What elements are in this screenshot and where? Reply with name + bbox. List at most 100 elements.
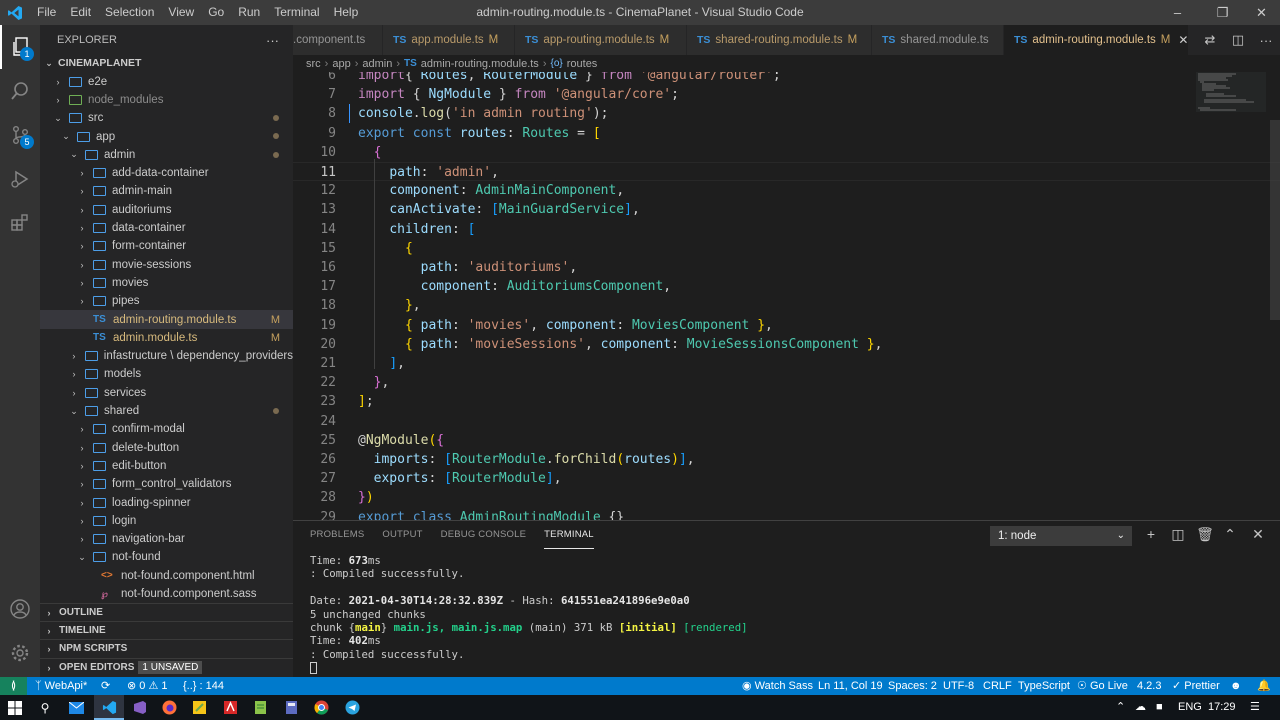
menu-selection[interactable]: Selection <box>98 0 161 25</box>
ts-version[interactable]: 4.2.3 <box>1137 677 1161 695</box>
open-editors-section[interactable]: › OPEN EDITORS 1 UNSAVED <box>40 658 293 676</box>
close-panel-icon[interactable]: ✕ <box>1247 526 1269 543</box>
vscode-taskbar-icon[interactable] <box>99 698 119 717</box>
taskbar-search-icon[interactable]: ⚲ <box>35 698 55 717</box>
kill-terminal-icon[interactable]: 🗑 <box>1194 526 1216 543</box>
menu-edit[interactable]: Edit <box>63 0 98 25</box>
watch-sass-button[interactable]: ◉ Watch Sass <box>742 677 813 695</box>
encoding[interactable]: UTF-8 <box>943 677 974 695</box>
search-icon[interactable] <box>0 69 40 113</box>
folder-item[interactable]: › add-data-container <box>40 164 293 182</box>
minimap[interactable] <box>1196 72 1266 132</box>
npm-scripts-section[interactable]: › NPM SCRIPTS <box>40 639 293 657</box>
git-branch[interactable]: ᛉ WebApi* <box>35 677 87 695</box>
run-debug-icon[interactable] <box>0 157 40 201</box>
pdf-reader-icon[interactable] <box>220 698 240 717</box>
editor-scrollbar[interactable] <box>1270 120 1280 320</box>
tab-component-ts[interactable]: .component.ts <box>293 25 383 55</box>
telegram-icon[interactable] <box>342 698 362 717</box>
folder-item[interactable]: › admin-main <box>40 182 293 200</box>
split-editor-icon[interactable]: ◫ <box>1224 32 1252 48</box>
code-editor[interactable]: 6 import{ Routes, RouterModule } from '@a… <box>293 72 1280 520</box>
accounts-icon[interactable] <box>0 587 40 631</box>
tab-shared-routing-module-ts[interactable]: TS shared-routing.module.ts M <box>687 25 872 55</box>
folder-item[interactable]: › login <box>40 512 293 530</box>
language-mode[interactable]: TypeScript <box>1018 677 1070 695</box>
folder-item[interactable]: › e2e <box>40 73 293 91</box>
maximize-panel-icon[interactable]: ⌃ <box>1219 526 1241 543</box>
mail-app-icon[interactable] <box>66 698 86 717</box>
breadcrumb-file[interactable]: admin-routing.module.ts <box>421 58 539 70</box>
symbols-status[interactable]: {..} : 144 <box>183 677 224 695</box>
prettier-status[interactable]: ✓ Prettier <box>1172 677 1220 695</box>
close-window-button[interactable]: ✕ <box>1245 0 1278 25</box>
outline-section[interactable]: › OUTLINE <box>40 603 293 621</box>
folder-item[interactable]: › data-container <box>40 219 293 237</box>
workspace-root[interactable]: ⌄ CINEMAPLANET <box>40 54 293 72</box>
manage-gear-icon[interactable] <box>0 631 40 675</box>
folder-item[interactable]: ⌄ shared <box>40 402 293 420</box>
firefox-icon[interactable] <box>159 698 179 717</box>
folder-item[interactable]: › confirm-modal <box>40 420 293 438</box>
notifications-center-icon[interactable]: ☰ <box>1250 695 1260 720</box>
menu-help[interactable]: Help <box>327 0 366 25</box>
folder-item[interactable]: › node_modules <box>40 91 293 109</box>
network-icon[interactable]: ■ <box>1156 695 1163 720</box>
sync-icon[interactable]: ⟳ <box>101 677 110 695</box>
more-actions-icon[interactable]: ··· <box>1252 33 1280 48</box>
close-tab-icon[interactable]: ✕ <box>1178 33 1188 47</box>
tab-app-routing-module-ts[interactable]: TS app-routing.module.ts M <box>515 25 687 55</box>
tab-admin-routing-module-ts[interactable]: TS admin-routing.module.ts M ✕ <box>1004 25 1189 55</box>
minimize-button[interactable]: – <box>1161 0 1194 25</box>
notes-app-icon[interactable] <box>189 698 209 717</box>
go-live-button[interactable]: ☉ Go Live <box>1077 677 1128 695</box>
chrome-icon[interactable] <box>311 698 331 717</box>
terminal-output[interactable]: Time: 673ms: Compiled successfully. Date:… <box>310 554 1270 675</box>
folder-item[interactable]: › navigation-bar <box>40 530 293 548</box>
breadcrumb-part[interactable]: admin <box>362 58 392 70</box>
onedrive-cloud-icon[interactable]: ☁ <box>1135 695 1146 720</box>
folder-item[interactable]: ⌄ src <box>40 109 293 127</box>
cursor-position[interactable]: Ln 11, Col 19 <box>818 677 883 695</box>
extensions-icon[interactable] <box>0 201 40 245</box>
folder-item[interactable]: › form-container <box>40 237 293 255</box>
folder-item[interactable]: › models <box>40 365 293 383</box>
indentation[interactable]: Spaces: 2 <box>888 677 937 695</box>
terminal-select[interactable]: 1: node ⌄ <box>990 526 1132 546</box>
folder-item[interactable]: ⌄ app <box>40 127 293 145</box>
folder-item[interactable]: › movies <box>40 274 293 292</box>
source-control-icon[interactable]: 5 <box>0 113 40 157</box>
input-language[interactable]: ENG <box>1178 695 1202 720</box>
explorer-icon[interactable]: 1 <box>0 25 40 69</box>
maximize-button[interactable]: ❐ <box>1206 0 1239 25</box>
menu-view[interactable]: View <box>161 0 201 25</box>
menu-run[interactable]: Run <box>231 0 267 25</box>
panel-tab-debug-console[interactable]: DEBUG CONSOLE <box>441 521 526 549</box>
panel-tab-problems[interactable]: PROBLEMS <box>310 521 364 549</box>
folder-item[interactable]: › form_control_validators <box>40 475 293 493</box>
file-item[interactable]: <> not-found.component.html <box>40 567 293 585</box>
more-actions-icon[interactable]: ··· <box>266 33 279 48</box>
new-terminal-icon[interactable]: + <box>1140 526 1162 542</box>
clock[interactable]: 17:29 <box>1208 695 1236 720</box>
folder-item[interactable]: › services <box>40 384 293 402</box>
folder-item[interactable]: › loading-spinner <box>40 493 293 511</box>
visual-studio-icon[interactable] <box>129 698 149 717</box>
folder-item[interactable]: › infastructure \ dependency_providers <box>40 347 293 365</box>
menu-file[interactable]: File <box>30 0 63 25</box>
feedback-icon[interactable]: ☻ <box>1230 677 1242 695</box>
breadcrumb-part[interactable]: app <box>332 58 350 70</box>
tab-app-module-ts[interactable]: TS app.module.ts M <box>383 25 515 55</box>
breadcrumb-part[interactable]: src <box>306 58 321 70</box>
menu-terminal[interactable]: Terminal <box>267 0 326 25</box>
folder-item[interactable]: › edit-button <box>40 457 293 475</box>
notifications-bell-icon[interactable]: 🔔 <box>1257 677 1271 695</box>
windows-start-icon[interactable] <box>5 698 25 717</box>
split-terminal-icon[interactable]: ◫ <box>1167 526 1189 543</box>
tab-shared-module-ts[interactable]: TS shared.module.ts <box>872 25 1004 55</box>
timeline-section[interactable]: › TIMELINE <box>40 621 293 639</box>
file-item[interactable]: TS admin.module.ts M <box>40 329 293 347</box>
folder-item[interactable]: › movie-sessions <box>40 256 293 274</box>
panel-tab-output[interactable]: OUTPUT <box>382 521 422 549</box>
file-item[interactable]: ℘ not-found.component.sass <box>40 585 293 603</box>
